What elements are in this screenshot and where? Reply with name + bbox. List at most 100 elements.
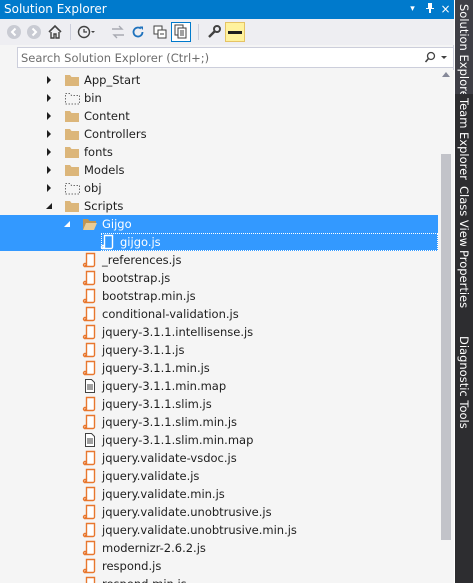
side-tab-label: Team Explorer bbox=[457, 98, 471, 180]
side-tool-tabs: Solution Explorer Team Explorer Class View… bbox=[455, 0, 473, 583]
expanded-arrow-icon[interactable] bbox=[61, 218, 73, 230]
refresh-icon[interactable] bbox=[128, 22, 148, 42]
search-input[interactable] bbox=[21, 49, 421, 66]
tree-node-label: Controllers bbox=[84, 127, 147, 141]
forward-icon[interactable] bbox=[24, 22, 44, 42]
history-icon[interactable] bbox=[76, 22, 96, 42]
tree-node[interactable]: jquery.validate.min.js bbox=[0, 485, 438, 503]
tree-node-label: Gijgo bbox=[102, 217, 132, 231]
tree-node[interactable]: jquery-3.1.1.intellisense.js bbox=[0, 323, 438, 341]
collapse-all-icon[interactable] bbox=[150, 22, 170, 42]
tree-node[interactable]: App_Start bbox=[0, 71, 438, 89]
tree-node[interactable]: modernizr-2.6.2.js bbox=[0, 539, 438, 557]
collapsed-arrow-icon[interactable] bbox=[43, 74, 55, 86]
side-tab[interactable]: Solution Explorer bbox=[455, 0, 473, 94]
close-icon[interactable]: × bbox=[438, 2, 453, 17]
sync-with-active-document-icon[interactable] bbox=[108, 22, 128, 42]
toolbar-separator bbox=[198, 24, 199, 40]
tree-node[interactable]: jquery-3.1.1.js bbox=[0, 341, 438, 359]
title-bar: Solution Explorer ▾ × bbox=[0, 0, 454, 19]
side-tab-label: Properties bbox=[457, 250, 471, 309]
js-file-icon bbox=[82, 342, 98, 358]
js-file-icon bbox=[82, 450, 98, 466]
collapsed-arrow-icon[interactable] bbox=[43, 110, 55, 122]
tree-node-label: obj bbox=[84, 181, 102, 195]
collapsed-arrow-icon[interactable] bbox=[43, 146, 55, 158]
tree-node-label: jquery-3.1.1.min.js bbox=[102, 361, 210, 375]
tree-node[interactable]: _references.js bbox=[0, 251, 438, 269]
side-tab[interactable]: Properties bbox=[455, 246, 473, 332]
js-file-icon bbox=[82, 540, 98, 556]
scrollbar-thumb[interactable] bbox=[441, 154, 451, 540]
tree-node[interactable]: conditional-validation.js bbox=[0, 305, 438, 323]
tree-node-label: gijgo.js bbox=[120, 235, 161, 249]
vertical-scrollbar[interactable] bbox=[438, 70, 454, 583]
hidden-folder-icon bbox=[64, 90, 80, 106]
tree-node-label: bootstrap.min.js bbox=[102, 289, 196, 303]
folder-icon bbox=[64, 198, 80, 214]
home-icon[interactable] bbox=[45, 22, 65, 42]
collapsed-arrow-icon[interactable] bbox=[43, 92, 55, 104]
tree-node-label: jquery.validate.js bbox=[102, 469, 200, 483]
tree-node-label: fonts bbox=[84, 145, 113, 159]
tree-node[interactable]: bootstrap.js bbox=[0, 269, 438, 287]
js-file-icon bbox=[82, 360, 98, 376]
collapsed-arrow-icon[interactable] bbox=[43, 182, 55, 194]
tree-node-label: jquery-3.1.1.slim.js bbox=[102, 397, 212, 411]
collapsed-arrow-icon[interactable] bbox=[43, 128, 55, 140]
tree-node[interactable]: jquery.validate.js bbox=[0, 467, 438, 485]
tree-node[interactable]: bootstrap.min.js bbox=[0, 287, 438, 305]
tree-node-label: jquery.validate.unobtrusive.js bbox=[102, 505, 272, 519]
scroll-up-arrow-icon[interactable] bbox=[442, 72, 450, 77]
tree-node[interactable]: gijgo.js bbox=[0, 233, 438, 251]
js-file-icon bbox=[82, 522, 98, 538]
tree-node-label: Content bbox=[84, 109, 130, 123]
side-tab[interactable]: Team Explorer bbox=[455, 94, 473, 182]
side-tab-label: Solution Explorer bbox=[457, 4, 471, 94]
solution-tree: App_Start bin Content Controllers fonts Model… bbox=[0, 70, 438, 583]
side-tab[interactable]: Diagnostic Tools bbox=[455, 332, 473, 444]
js-file-icon bbox=[82, 486, 98, 502]
tree-node-label: conditional-validation.js bbox=[102, 307, 239, 321]
tree-node-label: jquery.validate.min.js bbox=[102, 487, 225, 501]
tree-node[interactable]: jquery.validate.unobtrusive.min.js bbox=[0, 521, 438, 539]
tree-node[interactable]: respond.min.js bbox=[0, 575, 438, 583]
tree-node[interactable]: jquery-3.1.1.slim.js bbox=[0, 395, 438, 413]
tree-node-label: jquery-3.1.1.slim.min.map bbox=[102, 433, 254, 447]
tree-node[interactable]: jquery.validate.unobtrusive.js bbox=[0, 503, 438, 521]
tree-node[interactable]: jquery-3.1.1.min.map bbox=[0, 377, 438, 395]
back-icon[interactable] bbox=[4, 22, 24, 42]
tree-node-label: Scripts bbox=[84, 199, 124, 213]
tree-node[interactable]: Gijgo bbox=[0, 215, 438, 233]
tree-node-label: jquery.validate.unobtrusive.min.js bbox=[102, 523, 297, 537]
side-tab[interactable]: Class View bbox=[455, 182, 473, 246]
tree-node[interactable]: respond.js bbox=[0, 557, 438, 575]
tree-node[interactable]: jquery-3.1.1.slim.min.js bbox=[0, 413, 438, 431]
show-all-files-icon[interactable] bbox=[171, 22, 191, 42]
solution-explorer-panel: Solution Explorer ▾ × Search Solution Ex… bbox=[0, 0, 454, 583]
tree-node-label: respond.js bbox=[102, 559, 162, 573]
window-menu-dropdown-icon[interactable]: ▾ bbox=[405, 2, 420, 17]
tree-node[interactable]: Controllers bbox=[0, 125, 438, 143]
tree-node[interactable]: Models bbox=[0, 161, 438, 179]
tree-node[interactable]: obj bbox=[0, 179, 438, 197]
tree-node[interactable]: Content bbox=[0, 107, 438, 125]
tree-node[interactable]: jquery-3.1.1.min.js bbox=[0, 359, 438, 377]
collapsed-arrow-icon[interactable] bbox=[43, 164, 55, 176]
tree-node[interactable]: Scripts bbox=[0, 197, 438, 215]
js-file-icon bbox=[82, 252, 98, 268]
tree-node[interactable]: fonts bbox=[0, 143, 438, 161]
tree-node-label: jquery-3.1.1.min.map bbox=[102, 379, 227, 393]
preview-selected-items-icon[interactable] bbox=[225, 22, 245, 42]
tree-node[interactable]: jquery-3.1.1.slim.min.map bbox=[0, 431, 438, 449]
js-file-icon bbox=[82, 396, 98, 412]
expanded-arrow-icon[interactable] bbox=[43, 200, 55, 212]
tree-node[interactable]: bin bbox=[0, 89, 438, 107]
tree-node[interactable]: jquery.validate-vsdoc.js bbox=[0, 449, 438, 467]
properties-icon[interactable] bbox=[204, 22, 224, 42]
search-icon[interactable] bbox=[424, 51, 450, 65]
map-file-icon bbox=[82, 432, 98, 448]
js-file-icon bbox=[82, 576, 98, 583]
hidden-folder-icon bbox=[64, 180, 80, 196]
pin-icon[interactable] bbox=[422, 2, 437, 17]
